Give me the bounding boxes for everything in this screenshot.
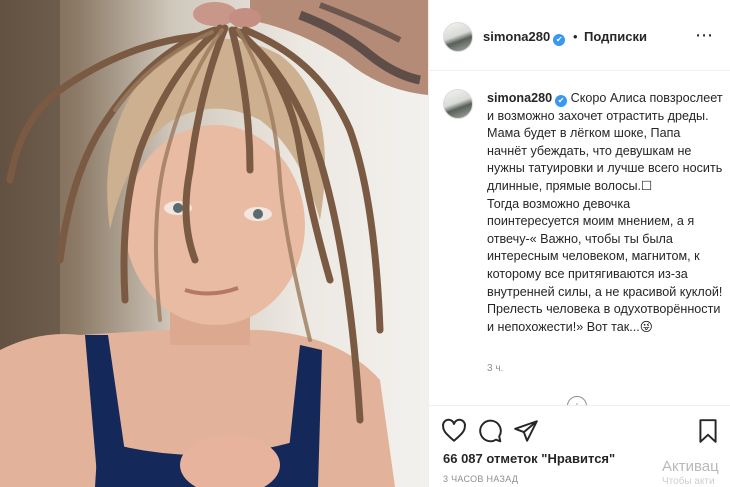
caption-username[interactable]: simona280: [487, 91, 552, 105]
windows-activation-watermark: Активац: [662, 458, 719, 475]
following-button[interactable]: Подписки: [584, 29, 647, 44]
caption-author-avatar[interactable]: [443, 89, 473, 119]
comment-bubble-icon[interactable]: [477, 418, 503, 444]
windows-activation-watermark-sub: Чтобы акти: [662, 476, 715, 487]
likes-count[interactable]: 66 087 отметок "Нравится": [443, 451, 615, 466]
header-separator: •: [573, 29, 578, 44]
post-photo[interactable]: [0, 0, 428, 487]
comments-area: simona280 ✔ Скоро Алиса повзрослеет и воз…: [429, 72, 730, 405]
post-time-ago[interactable]: 3 ЧАСОВ НАЗАД: [443, 474, 518, 484]
caption-verified-badge-icon: ✔: [555, 95, 568, 107]
ellipsis-icon[interactable]: ⋯: [695, 26, 714, 44]
post-side-panel: simona280 ✔ • Подписки ⋯ simona280 ✔ Скоро…: [428, 0, 730, 487]
author-username-text[interactable]: simona280: [483, 29, 550, 44]
caption-text: Скоро Алиса повзрослеет и возможно захоч…: [487, 91, 723, 334]
post-caption: simona280 ✔ Скоро Алиса повзрослеет и воз…: [487, 90, 723, 336]
post-header: simona280 ✔ • Подписки ⋯: [429, 0, 730, 71]
post-photo-illustration: [0, 0, 428, 487]
caption-timestamp[interactable]: 3 ч.: [487, 363, 503, 374]
paper-plane-icon[interactable]: [513, 418, 539, 444]
verified-badge-icon: ✔: [553, 34, 566, 46]
author-avatar[interactable]: [443, 22, 473, 52]
author-username[interactable]: simona280 ✔: [483, 29, 566, 46]
bookmark-icon[interactable]: [695, 418, 721, 444]
heart-icon[interactable]: [441, 418, 467, 444]
load-more-comments-icon[interactable]: +: [567, 396, 587, 405]
